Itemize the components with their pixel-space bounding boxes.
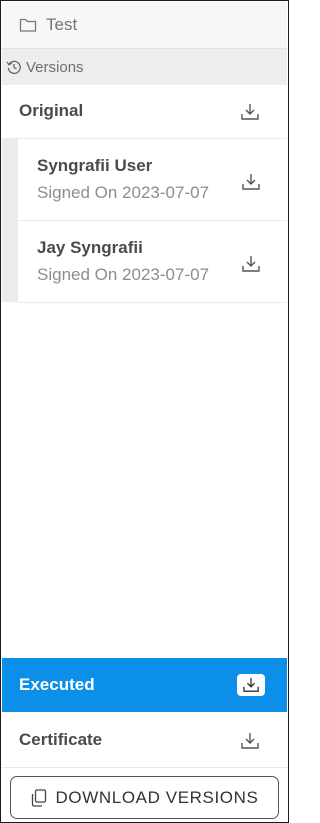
executed-row[interactable]: Executed [2,658,287,712]
history-icon [6,60,21,74]
certificate-label: Certificate [19,730,103,749]
folder-header: Test [2,2,287,48]
signed-date: Signed On 2023-07-07 [37,265,210,284]
download-versions-label: DOWNLOAD VERSIONS [55,787,259,807]
original-label: Original [19,101,84,120]
signer-download-button[interactable] [240,253,262,275]
signer-download-button[interactable] [240,171,262,193]
download-icon [241,104,259,120]
original-row[interactable]: Original [2,84,287,139]
download-icon [242,174,260,190]
versions-header: Versions [2,48,287,85]
executed-label: Executed [19,675,95,694]
folder-title: Test [46,15,78,34]
download-icon [243,677,259,692]
versions-label: Versions [26,58,84,76]
signed-date: Signed On 2023-07-07 [37,183,210,202]
signer-versions: Syngrafii User Signed On 2023-07-07 Jay … [2,139,287,303]
folder-icon [19,18,37,32]
indent-stripe [2,139,18,302]
versions-panel: Test Versions Original Syngrafii User Si… [0,0,289,823]
certificate-download-button[interactable] [239,730,261,752]
copy-icon [31,788,46,807]
certificate-row[interactable]: Certificate [2,713,287,768]
download-icon [241,733,259,749]
original-download-button[interactable] [239,101,261,123]
executed-download-button[interactable] [237,674,265,696]
signer-version-row[interactable]: Syngrafii User Signed On 2023-07-07 [18,139,287,221]
download-icon [242,256,260,272]
signer-version-row[interactable]: Jay Syngrafii Signed On 2023-07-07 [18,221,287,303]
download-versions-button[interactable]: DOWNLOAD VERSIONS [10,776,279,819]
signer-name: Syngrafii User [37,156,153,175]
signer-name: Jay Syngrafii [37,238,143,257]
